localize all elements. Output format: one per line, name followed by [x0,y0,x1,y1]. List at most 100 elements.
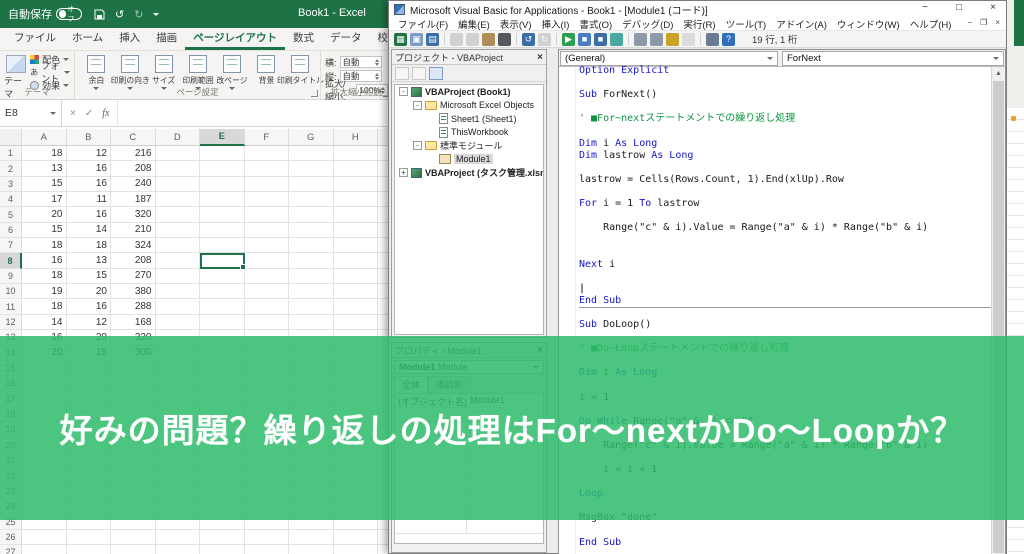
cell-B12[interactable]: 12 [67,315,112,330]
cell-F10[interactable] [245,284,290,299]
project-explorer-icon[interactable] [634,33,647,46]
cell-C6[interactable]: 210 [111,223,156,238]
tab-挿入[interactable]: 挿入 [111,26,148,50]
cell-B1[interactable]: 12 [67,146,112,161]
cell-H8[interactable] [334,253,379,268]
row-header-4[interactable]: 4 [0,192,22,207]
cell-D11[interactable] [156,300,201,315]
button-印刷タイトル[interactable]: 印刷タイトル [283,53,317,90]
cell-H2[interactable] [334,161,379,176]
cell-H11[interactable] [334,300,379,315]
cell-A27[interactable] [22,545,67,554]
cell-C11[interactable]: 288 [111,300,156,315]
row-header-7[interactable]: 7 [0,238,22,253]
scale-input[interactable]: 自動 [340,56,382,68]
cell-C1[interactable]: 216 [111,146,156,161]
cell-D4[interactable] [156,192,201,207]
cell-E9[interactable] [200,269,245,284]
cell-E5[interactable] [200,207,245,222]
cell-A4[interactable]: 17 [22,192,67,207]
toolbox-icon[interactable] [682,33,695,46]
procedure-dropdown[interactable]: ForNext [782,51,1004,66]
cell-C8[interactable]: 208 [111,253,156,268]
cell-C2[interactable]: 208 [111,161,156,176]
tab-ファイル[interactable]: ファイル [6,26,64,50]
row-header-26[interactable]: 26 [0,530,22,545]
button-改ページ[interactable]: 改ページ [215,53,249,90]
active-cell-selection[interactable] [200,253,245,268]
cell-E10[interactable] [200,284,245,299]
cell-G1[interactable] [289,146,334,161]
cell-F6[interactable] [245,223,290,238]
cell-G7[interactable] [289,238,334,253]
cell-E7[interactable] [200,238,245,253]
menu-ウィンドウ(W)[interactable]: ウィンドウ(W) [832,17,905,31]
column-header-E[interactable]: E [200,129,245,146]
menu-表示(V)[interactable]: 表示(V) [495,17,537,31]
reset-icon[interactable]: ■ [594,33,607,46]
tree-item-VBAProject (タスク管理.xlsm)[interactable]: +VBAProject (タスク管理.xlsm) [395,166,543,180]
object-dropdown[interactable]: (General) [560,51,778,66]
spinner-icon[interactable] [375,73,379,80]
cell-F2[interactable] [245,161,290,176]
cell-A12[interactable]: 14 [22,315,67,330]
cell-B27[interactable] [67,545,112,554]
cell-H12[interactable] [334,315,379,330]
run-icon[interactable]: ▶ [562,33,575,46]
row-header-10[interactable]: 10 [0,284,22,299]
cell-B5[interactable]: 16 [67,207,112,222]
cell-G12[interactable] [289,315,334,330]
column-header-D[interactable]: D [156,129,201,146]
row-header-5[interactable]: 5 [0,207,22,222]
cell-D27[interactable] [156,545,201,554]
row-header-11[interactable]: 11 [0,300,22,315]
cell-C27[interactable] [111,545,156,554]
cell-G27[interactable] [289,545,334,554]
cell-F1[interactable] [245,146,290,161]
cell-D9[interactable] [156,269,201,284]
save-icon[interactable]: ▤ [426,33,439,46]
column-header-F[interactable]: F [245,129,290,146]
formula-input[interactable] [118,100,392,126]
button-印刷範囲[interactable]: 印刷範囲 [181,53,215,90]
cell-B2[interactable]: 16 [67,161,112,176]
cell-H27[interactable] [334,545,379,554]
maximize-icon[interactable]: □ [950,2,968,13]
row-header-12[interactable]: 12 [0,315,22,330]
cell-C12[interactable]: 168 [111,315,156,330]
tab-ページレイアウト[interactable]: ページレイアウト [185,26,285,50]
cell-B7[interactable]: 18 [67,238,112,253]
menu-ファイル(F)[interactable]: ファイル(F) [393,17,453,31]
cell-H7[interactable] [334,238,379,253]
cell-F11[interactable] [245,300,290,315]
cell-C4[interactable]: 187 [111,192,156,207]
object-browser-icon[interactable] [666,33,679,46]
view-object-icon[interactable] [412,67,426,80]
cell-G11[interactable] [289,300,334,315]
close-icon[interactable]: × [984,2,1002,13]
cell-G4[interactable] [289,192,334,207]
copy-icon[interactable] [466,33,479,46]
cell-A26[interactable] [22,530,67,545]
tab-ホーム[interactable]: ホーム [64,26,111,50]
cell-G8[interactable] [289,253,334,268]
cell-H1[interactable] [334,146,379,161]
row-header-27[interactable]: 27 [0,545,22,554]
project-tree[interactable]: -VBAProject (Book1)-Microsoft Excel Obje… [394,84,544,335]
cell-F3[interactable] [245,177,290,192]
autosave-toggle[interactable]: 自動保存 オフ [8,6,82,22]
collapse-icon[interactable]: - [399,87,408,96]
cell-G5[interactable] [289,207,334,222]
button-サイズ[interactable]: サイズ [147,53,181,90]
row-header-3[interactable]: 3 [0,177,22,192]
tree-item-Sheet1 (Sheet1)[interactable]: Sheet1 (Sheet1) [395,112,543,126]
properties-window-icon[interactable] [650,33,663,46]
tree-item-ThisWorkbook[interactable]: ThisWorkbook [395,126,543,140]
collapse-icon[interactable]: - [413,141,422,150]
cell-C10[interactable]: 380 [111,284,156,299]
qat-more-icon[interactable] [153,13,159,16]
cell-F12[interactable] [245,315,290,330]
cell-D8[interactable] [156,253,201,268]
menu-ヘルプ(H)[interactable]: ヘルプ(H) [905,17,957,31]
cell-E6[interactable] [200,223,245,238]
